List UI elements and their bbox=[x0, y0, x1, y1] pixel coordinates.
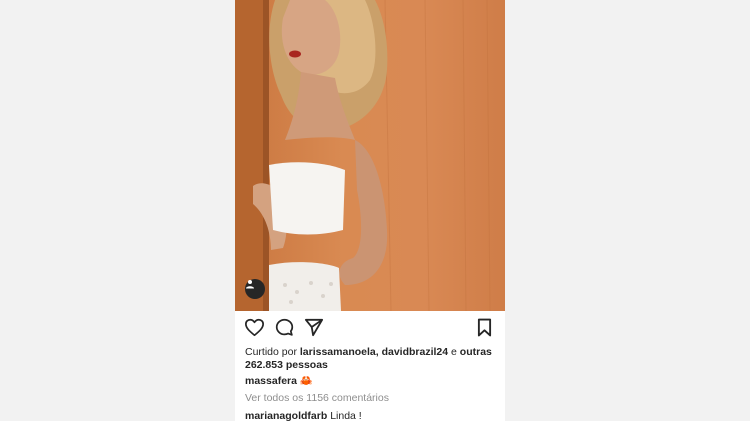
caption: massafera 🦀 bbox=[245, 374, 313, 387]
instagram-post: Curtido por larissamanoela, davidbrazil2… bbox=[235, 0, 505, 421]
likes-others[interactable]: outras bbox=[460, 346, 492, 358]
view-all-comments-link[interactable]: Ver todos os 1156 comentários bbox=[245, 392, 389, 404]
likes-count[interactable]: 262.853 pessoas bbox=[245, 359, 328, 371]
share-icon[interactable] bbox=[304, 318, 324, 337]
comment-text: Linda ! bbox=[330, 410, 362, 421]
heart-icon[interactable] bbox=[244, 318, 265, 337]
likes-conj: e bbox=[448, 346, 460, 358]
bookmark-icon[interactable] bbox=[477, 318, 492, 337]
comment-icon[interactable] bbox=[275, 318, 294, 337]
likes-users[interactable]: larissamanoela, davidbrazil24 bbox=[300, 346, 448, 358]
post-photo[interactable] bbox=[235, 0, 505, 311]
action-bar bbox=[235, 315, 505, 341]
likes-line: Curtido por larissamanoela, davidbrazil2… bbox=[245, 346, 492, 358]
caption-emoji: 🦀 bbox=[299, 375, 313, 387]
photo-illustration bbox=[235, 0, 491, 311]
comment-row: marianagoldfarb Linda ! bbox=[245, 410, 362, 421]
user-tag-icon bbox=[246, 280, 254, 289]
caption-author[interactable]: massafera bbox=[245, 375, 297, 387]
comment-author[interactable]: marianagoldfarb bbox=[245, 410, 327, 421]
likes-prefix: Curtido por bbox=[245, 346, 300, 358]
user-tag-button[interactable] bbox=[245, 279, 265, 299]
